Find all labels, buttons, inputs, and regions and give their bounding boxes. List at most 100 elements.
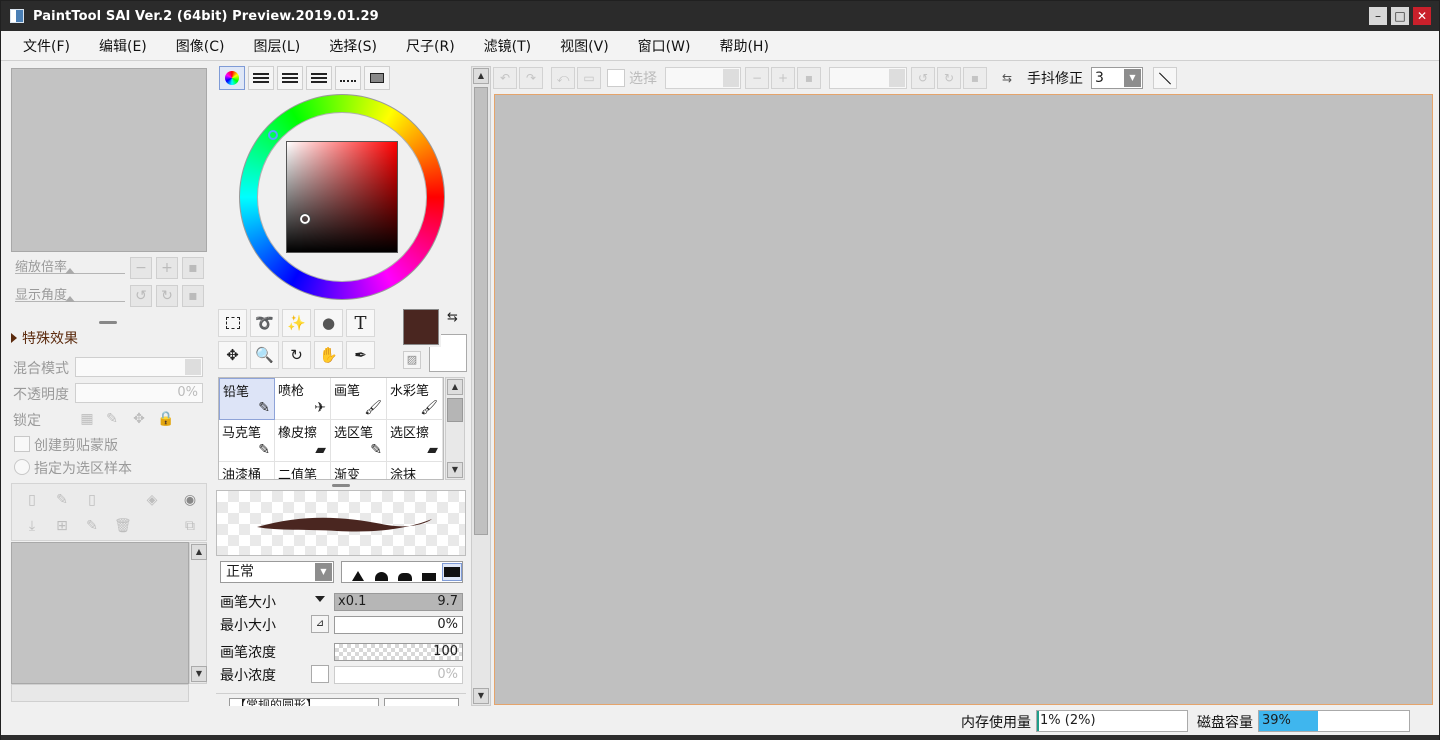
rotation-combo[interactable]	[829, 67, 907, 89]
lock-move-icon[interactable]: ✥	[131, 411, 147, 427]
layer-effect-icon[interactable]: ◈	[144, 492, 160, 508]
sv-marker[interactable]	[299, 213, 311, 225]
size-dropdown-icon[interactable]	[315, 596, 325, 602]
scroll-down-icon[interactable]: ▼	[447, 462, 463, 478]
maximize-button[interactable]: □	[1391, 7, 1409, 25]
rotate-left-button[interactable]: ↺	[911, 67, 935, 89]
straight-line-button[interactable]	[1153, 67, 1177, 89]
brush-size-slider[interactable]: x0.1 9.7	[334, 593, 463, 611]
rotate-right-button[interactable]: ↻	[937, 67, 961, 89]
rotate-tool[interactable]: ↻	[282, 341, 311, 369]
brush-slot[interactable]: 喷枪 ✈	[275, 378, 331, 420]
shape-cone-button[interactable]	[348, 563, 368, 581]
zoom-tool[interactable]: 🔍	[250, 341, 279, 369]
panel-splitter[interactable]	[332, 484, 350, 487]
zoom-out-button[interactable]: −	[130, 257, 152, 279]
menu-view[interactable]: 视图(V)	[560, 36, 609, 56]
min-density-slider[interactable]: 0%	[334, 666, 463, 684]
redo-button[interactable]: ↷	[519, 67, 543, 89]
mixer-tab[interactable]	[306, 66, 332, 90]
saturation-value-square[interactable]	[286, 141, 398, 253]
menu-window[interactable]: 窗口(W)	[638, 36, 691, 56]
zoom-in-button[interactable]: +	[771, 67, 795, 89]
trash-icon[interactable]: 🗑	[114, 518, 132, 534]
brush-slot[interactable]: 画笔 🖌	[331, 378, 387, 420]
hand-tool[interactable]: ✋	[314, 341, 343, 369]
zoom-reset-button[interactable]: ▪	[797, 67, 821, 89]
layer-list-vscroll[interactable]: ▲ ▼	[189, 542, 207, 684]
clip-mask-checkbox[interactable]	[14, 436, 30, 452]
min-size-slider[interactable]: 0%	[334, 616, 463, 634]
lock-transparency-icon[interactable]: ▦	[79, 411, 95, 427]
brush-slot[interactable]: 选区擦 ▰	[387, 420, 443, 462]
layer-list[interactable]	[11, 542, 189, 684]
zoom-in-button[interactable]: +	[156, 257, 178, 279]
add-layer-icon[interactable]: ⊞	[54, 518, 70, 534]
tool-panel-scrollbar[interactable]: ▲ ▼	[471, 66, 491, 706]
minimize-button[interactable]: –	[1369, 7, 1387, 25]
layer-list-hscroll[interactable]	[11, 684, 189, 702]
stabilizer-combo[interactable]: 3 ▼	[1091, 67, 1143, 89]
menu-file[interactable]: 文件(F)	[23, 36, 70, 56]
scroll-down-icon[interactable]: ▼	[473, 688, 489, 704]
pressure-curve-icon[interactable]: ⊿	[311, 615, 329, 633]
shape-flat-dome-button[interactable]	[395, 563, 415, 581]
brush-slot[interactable]: 渐变	[331, 462, 387, 479]
canvas-area[interactable]	[494, 94, 1433, 705]
zoom-reset-button[interactable]: ▪	[182, 257, 204, 279]
menu-image[interactable]: 图像(C)	[176, 36, 225, 56]
brush-slot[interactable]: 橡皮擦 ▰	[275, 420, 331, 462]
swap-colors-icon[interactable]: ⇆	[447, 310, 458, 325]
rgb-slider-tab[interactable]	[248, 66, 274, 90]
selection-sample-radio[interactable]	[14, 459, 30, 475]
scroll-thumb[interactable]	[474, 87, 488, 535]
rotate-reset-button[interactable]: ▪	[963, 67, 987, 89]
scroll-up-icon[interactable]: ▲	[473, 68, 489, 84]
menu-select[interactable]: 选择(S)	[329, 36, 377, 56]
selection-visible-checkbox[interactable]	[607, 69, 625, 87]
shape-tool[interactable]: ●	[314, 309, 343, 337]
brush-slot[interactable]: 选区笔 ✎	[331, 420, 387, 462]
brush-shape-combo[interactable]: 【常规的圆形】	[229, 698, 379, 706]
swatches-tab[interactable]	[335, 66, 361, 90]
flip-horizontal-icon[interactable]: ⇆	[995, 67, 1019, 89]
brush-slot[interactable]: 油漆桶	[219, 462, 275, 479]
min-density-checkbox[interactable]	[311, 665, 329, 683]
zoom-level-combo[interactable]	[665, 67, 741, 89]
new-layer-icon[interactable]: ▯	[24, 492, 40, 508]
color-wheel-tab[interactable]	[219, 66, 245, 90]
lock-all-icon[interactable]: 🔒	[157, 411, 174, 427]
rotate-reset-button[interactable]: ▪	[182, 285, 204, 307]
move-tool[interactable]: ✥	[218, 341, 247, 369]
angle-slider-thumb[interactable]	[65, 296, 75, 302]
effects-section-header[interactable]: 特殊效果	[11, 328, 78, 348]
menu-filter[interactable]: 滤镜(T)	[484, 36, 531, 56]
rotate-left-button[interactable]: ↺	[130, 285, 152, 307]
hsv-slider-tab[interactable]	[277, 66, 303, 90]
zoom-out-button[interactable]: −	[745, 67, 769, 89]
clear-layer-icon[interactable]: ✎	[84, 518, 100, 534]
lock-paint-icon[interactable]: ✎	[104, 411, 120, 427]
deselect-button[interactable]: ⤺	[551, 67, 575, 89]
magic-wand-tool[interactable]: ✨	[282, 309, 311, 337]
scroll-thumb[interactable]	[447, 398, 463, 422]
rotate-right-button[interactable]: ↻	[156, 285, 178, 307]
text-tool[interactable]: T	[346, 309, 375, 337]
foreground-color-swatch[interactable]	[401, 307, 441, 347]
shape-dome-button[interactable]	[372, 563, 392, 581]
color-wheel[interactable]	[239, 94, 445, 300]
duplicate-layer-icon[interactable]: ⧉	[182, 518, 198, 534]
scroll-up-icon[interactable]: ▲	[447, 379, 463, 395]
new-folder-icon[interactable]: ▯	[84, 492, 100, 508]
menu-edit[interactable]: 编辑(E)	[99, 36, 147, 56]
menu-layer[interactable]: 图层(L)	[253, 36, 300, 56]
merge-down-icon[interactable]: ⤓	[24, 518, 40, 534]
brush-texture-combo[interactable]	[384, 698, 459, 706]
mask-icon[interactable]: ◉	[182, 492, 198, 508]
undo-button[interactable]: ↶	[493, 67, 517, 89]
rect-select-tool[interactable]	[218, 309, 247, 337]
hue-marker[interactable]	[268, 130, 278, 140]
menu-help[interactable]: 帮助(H)	[719, 36, 768, 56]
scratchpad-tab[interactable]	[364, 66, 390, 90]
scroll-up-icon[interactable]: ▲	[191, 544, 207, 560]
